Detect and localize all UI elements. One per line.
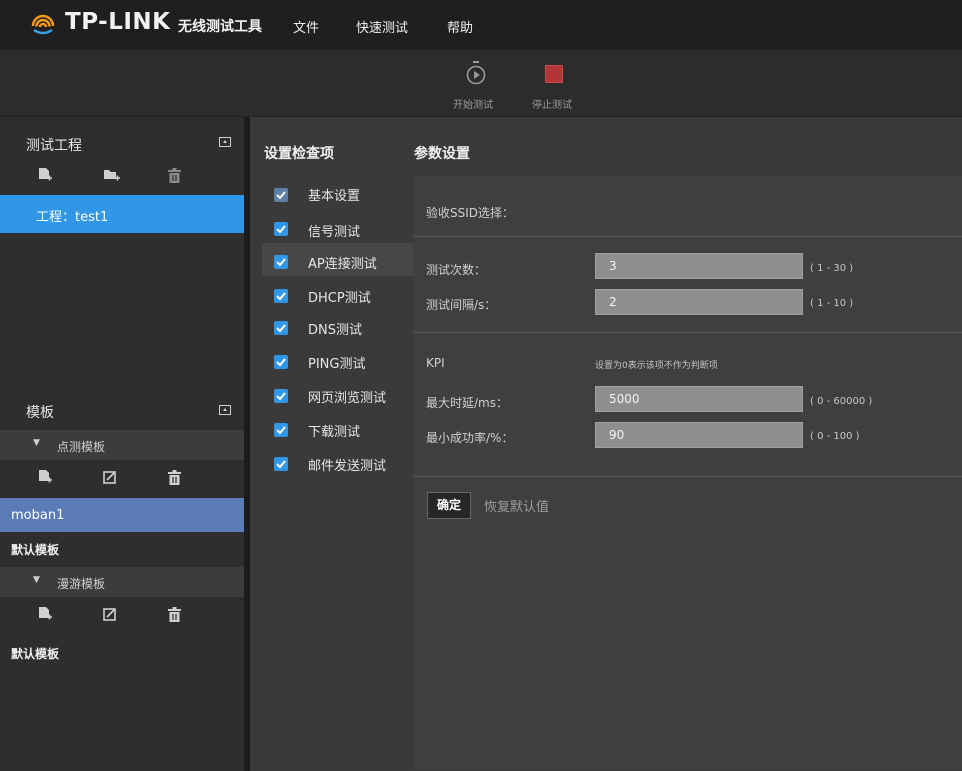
- test-interval-label: 测试间隔/s：: [426, 298, 497, 312]
- start-test-icon[interactable]: [465, 60, 487, 86]
- kpi-note: 设置为0表示该项不作为判断项: [595, 361, 718, 371]
- templates-panel-title: 模板: [26, 405, 54, 421]
- template-item-default[interactable]: 默认模板: [11, 645, 59, 662]
- stop-test-icon[interactable]: [545, 65, 563, 83]
- checkbox[interactable]: [274, 389, 288, 403]
- project-item-test1[interactable]: 工程：test1: [0, 195, 244, 233]
- checkbox-label: 网页浏览测试: [308, 391, 387, 406]
- divider: [413, 476, 962, 477]
- divider: [413, 236, 962, 237]
- stop-test-label[interactable]: 停止测试: [532, 96, 572, 111]
- checkbox-label: PING测试: [308, 357, 366, 372]
- max-delay-range: ( 0 - 60000 ): [810, 396, 873, 407]
- template-item-label: moban1: [11, 508, 65, 523]
- menu-help[interactable]: 帮助: [447, 17, 473, 36]
- checkbox[interactable]: [274, 321, 288, 335]
- projects-collapse-button[interactable]: [219, 137, 231, 147]
- new-folder-icon[interactable]: [104, 168, 120, 184]
- new-template-icon[interactable]: [38, 470, 52, 486]
- checkbox[interactable]: [274, 457, 288, 471]
- templates-collapse-button[interactable]: [219, 405, 231, 415]
- max-delay-label: 最大时延/ms：: [426, 396, 508, 410]
- template-group-roaming[interactable]: ▼ 漫游模板: [0, 567, 244, 597]
- ssid-select-label: 验收SSID选择：: [426, 206, 515, 220]
- test-count-label: 测试次数：: [426, 263, 487, 277]
- divider: [413, 332, 962, 333]
- menu-file[interactable]: 文件: [293, 17, 319, 36]
- template-item-default[interactable]: 默认模板: [11, 541, 59, 558]
- delete-template-icon[interactable]: [168, 607, 182, 623]
- checkbox[interactable]: [274, 423, 288, 437]
- template-group-label: 漫游模板: [57, 577, 106, 591]
- kpi-label: KPI: [426, 356, 445, 370]
- checkbox-label: DHCP测试: [308, 291, 371, 306]
- confirm-button[interactable]: 确定: [427, 492, 471, 519]
- project-item-label: 工程：test1: [36, 210, 109, 225]
- template-group-point[interactable]: ▼ 点测模板: [0, 430, 244, 460]
- edit-icon[interactable]: [103, 470, 117, 486]
- projects-panel-title: 测试工程: [26, 138, 82, 154]
- brand-name: TP-LINK: [65, 9, 171, 35]
- min-success-input[interactable]: 90: [595, 422, 803, 448]
- app-subtitle: 无线测试工具: [178, 19, 262, 35]
- test-count-input[interactable]: 3: [595, 253, 803, 279]
- checkbox-label: 邮件发送测试: [308, 459, 387, 474]
- checkbox[interactable]: [274, 255, 288, 269]
- checkbox[interactable]: [274, 222, 288, 236]
- menu-quick-test[interactable]: 快速测试: [356, 17, 408, 36]
- checkbox[interactable]: [274, 289, 288, 303]
- template-item-moban1[interactable]: moban1: [0, 498, 244, 532]
- checkbox-label: 信号测试: [308, 225, 361, 240]
- chevron-down-icon: ▼: [33, 575, 40, 585]
- test-count-range: ( 1 - 30 ): [810, 263, 854, 274]
- checkbox-label: AP连接测试: [308, 257, 377, 272]
- checkbox[interactable]: [274, 355, 288, 369]
- edit-icon[interactable]: [103, 607, 117, 623]
- delete-template-icon[interactable]: [168, 470, 182, 486]
- start-test-label[interactable]: 开始测试: [453, 96, 493, 111]
- restore-defaults-button[interactable]: 恢复默认值: [484, 496, 549, 515]
- max-delay-input[interactable]: 5000: [595, 386, 803, 412]
- min-success-range: ( 0 - 100 ): [810, 431, 860, 442]
- checkbox-label: 基本设置: [308, 189, 361, 204]
- params-title: 参数设置: [414, 146, 470, 162]
- chevron-down-icon: ▼: [33, 438, 40, 448]
- template-group-label: 点测模板: [57, 440, 106, 454]
- checkbox-label: DNS测试: [308, 323, 362, 338]
- new-template-icon[interactable]: [38, 607, 52, 623]
- checkbox[interactable]: [274, 188, 288, 202]
- test-interval-range: ( 1 - 10 ): [810, 298, 854, 309]
- new-file-icon[interactable]: [38, 168, 52, 184]
- checkbox-label: 下载测试: [308, 425, 361, 440]
- test-interval-input[interactable]: 2: [595, 289, 803, 315]
- delete-icon[interactable]: [168, 168, 182, 184]
- tp-link-logo-icon: [31, 14, 55, 35]
- min-success-label: 最小成功率/%：: [426, 431, 514, 445]
- checklist-title: 设置检查项: [264, 146, 334, 162]
